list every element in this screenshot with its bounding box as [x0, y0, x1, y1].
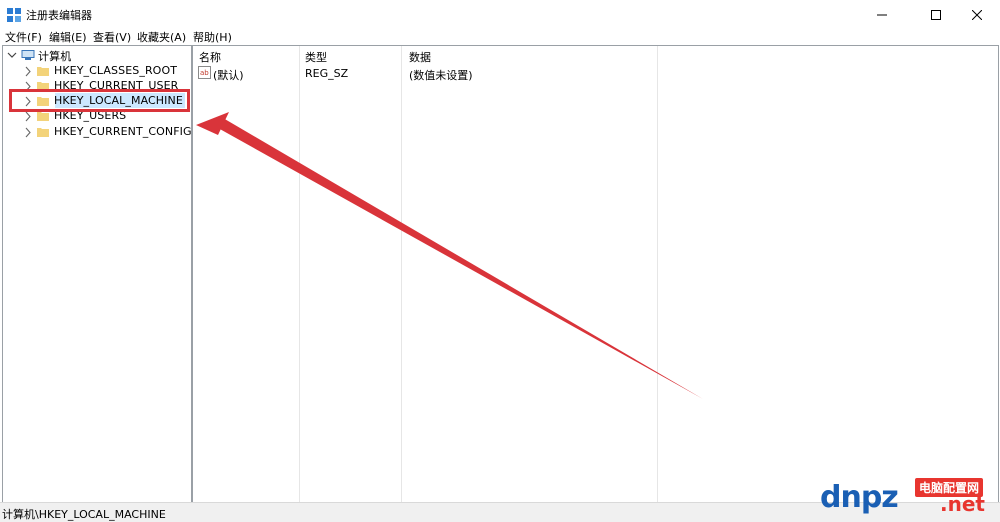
watermark-suffix: .net	[940, 492, 985, 516]
annotation-arrow	[196, 112, 703, 399]
watermark-logo: 电脑配置网 dnpz .net	[820, 478, 995, 518]
watermark-text: dnpz	[820, 480, 899, 515]
status-path: 计算机\HKEY_LOCAL_MACHINE	[2, 508, 166, 521]
